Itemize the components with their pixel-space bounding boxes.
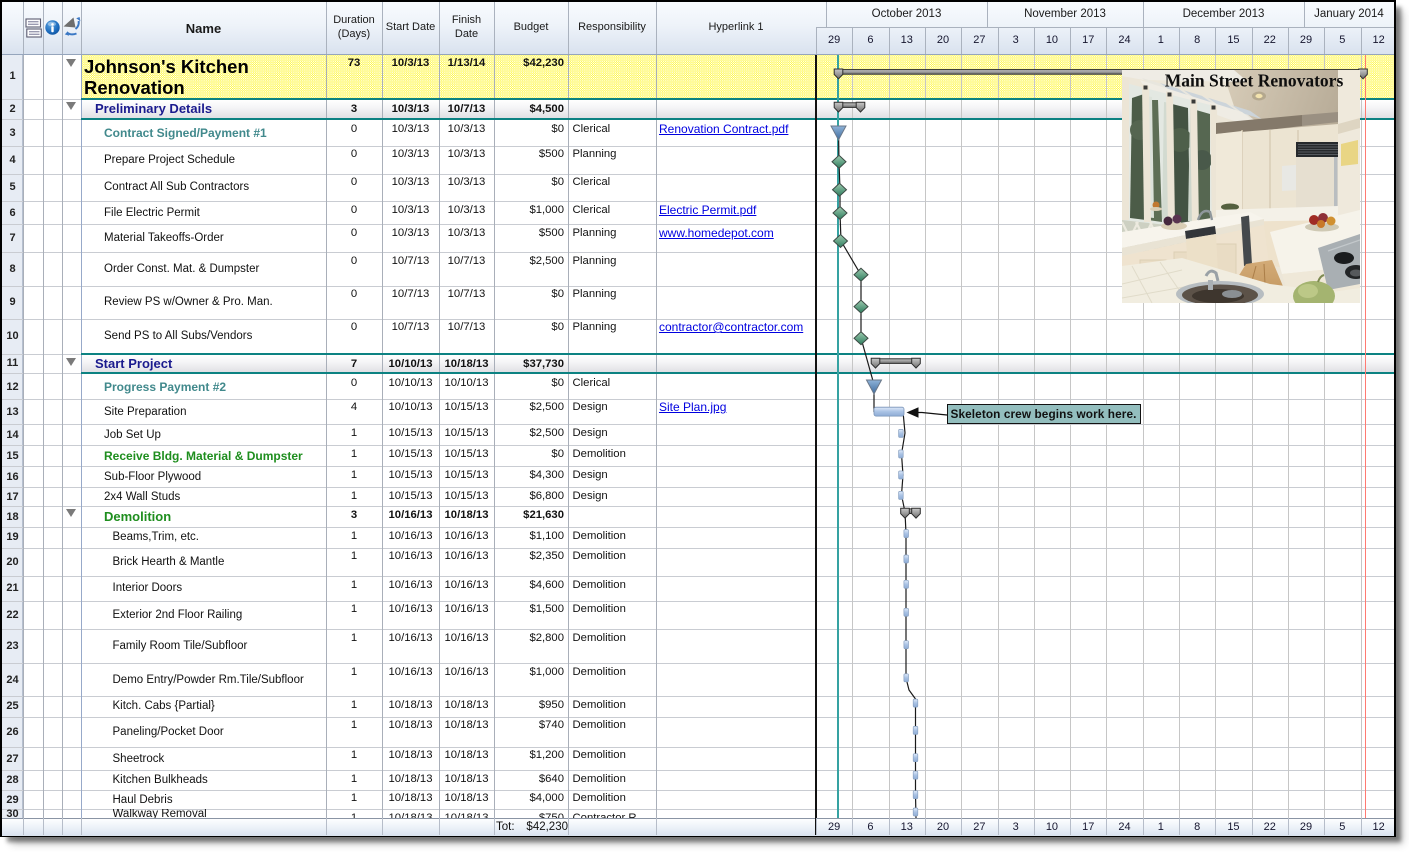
svg-text:Main Street Renovators: Main Street Renovators	[1165, 71, 1344, 91]
